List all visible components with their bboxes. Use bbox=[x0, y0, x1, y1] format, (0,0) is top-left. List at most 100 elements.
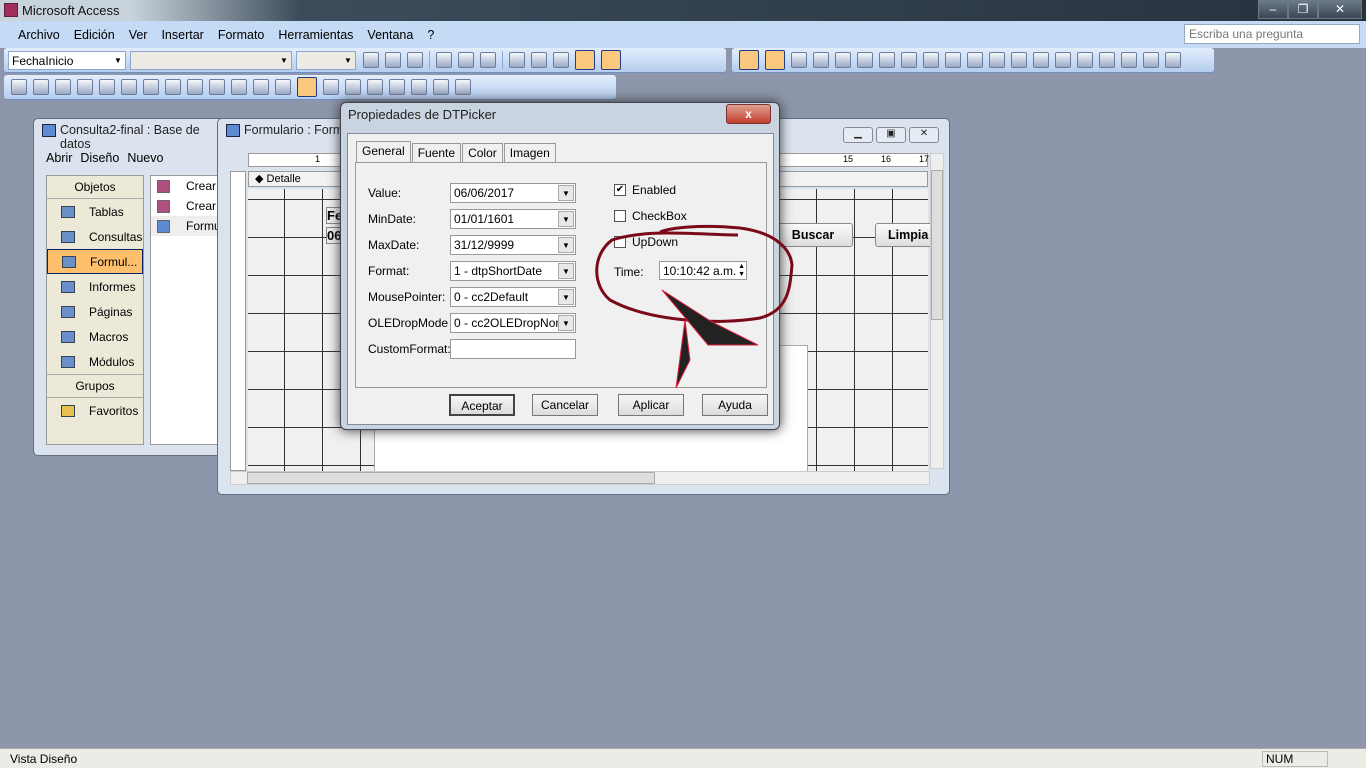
autoformat-icon[interactable] bbox=[323, 79, 339, 95]
close-button[interactable]: x bbox=[726, 104, 771, 124]
option-group-icon[interactable] bbox=[835, 52, 851, 68]
close-button[interactable]: ✕ bbox=[909, 127, 939, 143]
rectangle-icon[interactable] bbox=[1143, 52, 1159, 68]
aceptar-button[interactable]: Aceptar bbox=[449, 394, 515, 416]
label-icon[interactable] bbox=[791, 52, 807, 68]
menu-herramientas[interactable]: Herramientas bbox=[278, 28, 353, 42]
time-spinner[interactable]: 10:10:42 a.m. ▲ ▼ bbox=[659, 261, 747, 280]
menu-archivo[interactable]: Archivo bbox=[18, 28, 60, 42]
chevron-down-icon[interactable]: ▼ bbox=[558, 315, 574, 331]
groups-header[interactable]: Grupos bbox=[47, 374, 143, 398]
scroll-thumb[interactable] bbox=[931, 170, 943, 320]
scroll-thumb[interactable] bbox=[247, 472, 655, 484]
aplicar-button[interactable]: Aplicar bbox=[618, 394, 684, 416]
design-button[interactable]: Diseño bbox=[80, 151, 119, 165]
ayuda-button[interactable]: Ayuda bbox=[702, 394, 768, 416]
view-icon[interactable] bbox=[11, 79, 27, 95]
object-combo[interactable]: FechaInicio ▼ bbox=[8, 50, 126, 70]
toggle-button-icon[interactable] bbox=[857, 52, 873, 68]
minimize-button[interactable]: – bbox=[1258, 0, 1288, 19]
bold-icon[interactable] bbox=[363, 52, 379, 68]
new-object-icon[interactable] bbox=[433, 79, 449, 95]
unbound-object-frame-icon[interactable] bbox=[1011, 52, 1027, 68]
property-field[interactable]: 1 - dtpShortDate ▼ bbox=[450, 261, 576, 281]
property-field[interactable]: 31/12/9999 ▼ bbox=[450, 235, 576, 255]
combobox-icon[interactable] bbox=[923, 52, 939, 68]
command-button-icon[interactable] bbox=[967, 52, 983, 68]
property-field[interactable]: 01/01/1601 ▼ bbox=[450, 209, 576, 229]
line-width-icon[interactable] bbox=[601, 50, 621, 70]
font-combo[interactable]: ▼ bbox=[130, 50, 292, 70]
group-favoritos[interactable]: Favoritos bbox=[47, 398, 143, 423]
menu-edicion[interactable]: Edición bbox=[74, 28, 115, 42]
updown-checkbox[interactable]: UpDown bbox=[614, 235, 678, 249]
font-color-icon[interactable] bbox=[531, 52, 547, 68]
new-button[interactable]: Nuevo bbox=[127, 151, 163, 165]
italic-icon[interactable] bbox=[385, 52, 401, 68]
objects-item[interactable]: Informes bbox=[47, 274, 143, 299]
checkbox-checkbox[interactable]: CheckBox bbox=[614, 209, 687, 223]
minimize-button[interactable]: ▁ bbox=[843, 127, 873, 143]
database-window-icon[interactable] bbox=[411, 79, 427, 95]
page-break-icon[interactable] bbox=[1055, 52, 1071, 68]
maximize-button[interactable]: ▣ bbox=[876, 127, 906, 143]
restore-button[interactable]: ❐ bbox=[1288, 0, 1318, 19]
save-icon[interactable] bbox=[33, 79, 49, 95]
subform-icon[interactable] bbox=[1099, 52, 1115, 68]
build-icon[interactable] bbox=[389, 79, 405, 95]
line-color-icon[interactable] bbox=[553, 52, 569, 68]
tab-imagen[interactable]: Imagen bbox=[503, 143, 556, 162]
objects-item[interactable]: Páginas bbox=[47, 299, 143, 324]
objects-item[interactable]: Módulos bbox=[47, 349, 143, 374]
menu-ver[interactable]: Ver bbox=[129, 28, 148, 42]
chevron-down-icon[interactable]: ▼ bbox=[558, 263, 574, 279]
limpiar-button[interactable]: Limpia bbox=[875, 223, 935, 247]
more-controls-icon[interactable] bbox=[1165, 52, 1181, 68]
menu-ventana[interactable]: Ventana bbox=[367, 28, 413, 42]
control-wizards-icon[interactable] bbox=[765, 50, 785, 70]
code-icon[interactable] bbox=[345, 79, 361, 95]
objects-item[interactable]: Tablas bbox=[47, 199, 143, 224]
font-size-combo[interactable]: ▼ bbox=[296, 50, 356, 70]
menu-help[interactable]: ? bbox=[427, 28, 434, 42]
objects-item[interactable]: Macros bbox=[47, 324, 143, 349]
image-icon[interactable] bbox=[989, 52, 1005, 68]
underline-icon[interactable] bbox=[407, 52, 423, 68]
bound-object-frame-icon[interactable] bbox=[1033, 52, 1049, 68]
menu-formato[interactable]: Formato bbox=[218, 28, 265, 42]
redo-icon[interactable] bbox=[231, 79, 247, 95]
tab-general[interactable]: General bbox=[356, 141, 411, 162]
file-search-icon[interactable] bbox=[55, 79, 71, 95]
toolbox-icon[interactable] bbox=[297, 77, 317, 97]
align-right-icon[interactable] bbox=[480, 52, 496, 68]
chevron-down-icon[interactable]: ▼ bbox=[558, 289, 574, 305]
horizontal-scrollbar[interactable] bbox=[230, 471, 930, 485]
help-icon[interactable] bbox=[455, 79, 471, 95]
listbox-icon[interactable] bbox=[945, 52, 961, 68]
tab-control-icon[interactable] bbox=[1077, 52, 1093, 68]
vertical-scrollbar[interactable] bbox=[930, 153, 944, 469]
select-objects-icon[interactable] bbox=[739, 50, 759, 70]
option-button-icon[interactable] bbox=[879, 52, 895, 68]
fill-color-icon[interactable] bbox=[509, 52, 525, 68]
property-field[interactable]: 0 - cc2OLEDropNone ▼ bbox=[450, 313, 576, 333]
chevron-down-icon[interactable]: ▼ bbox=[558, 185, 574, 201]
objects-item[interactable]: Formul... bbox=[47, 249, 143, 274]
copy-icon[interactable] bbox=[143, 79, 159, 95]
undo-icon[interactable] bbox=[209, 79, 225, 95]
cancelar-button[interactable]: Cancelar bbox=[532, 394, 598, 416]
format-painter-icon[interactable] bbox=[187, 79, 203, 95]
checkbox-icon[interactable] bbox=[901, 52, 917, 68]
chevron-down-icon[interactable]: ▼ bbox=[558, 237, 574, 253]
enabled-checkbox[interactable]: ✔ Enabled bbox=[614, 183, 676, 197]
menu-insertar[interactable]: Insertar bbox=[161, 28, 203, 42]
property-field[interactable] bbox=[450, 339, 576, 359]
chevron-down-icon[interactable]: ▼ bbox=[558, 211, 574, 227]
tab-fuente[interactable]: Fuente bbox=[411, 143, 462, 162]
line-icon[interactable] bbox=[1121, 52, 1137, 68]
border-icon[interactable] bbox=[575, 50, 595, 70]
objects-item[interactable]: Consultas bbox=[47, 224, 143, 249]
cut-icon[interactable] bbox=[121, 79, 137, 95]
spin-arrows-icon[interactable]: ▲ ▼ bbox=[738, 263, 745, 279]
paste-icon[interactable] bbox=[165, 79, 181, 95]
